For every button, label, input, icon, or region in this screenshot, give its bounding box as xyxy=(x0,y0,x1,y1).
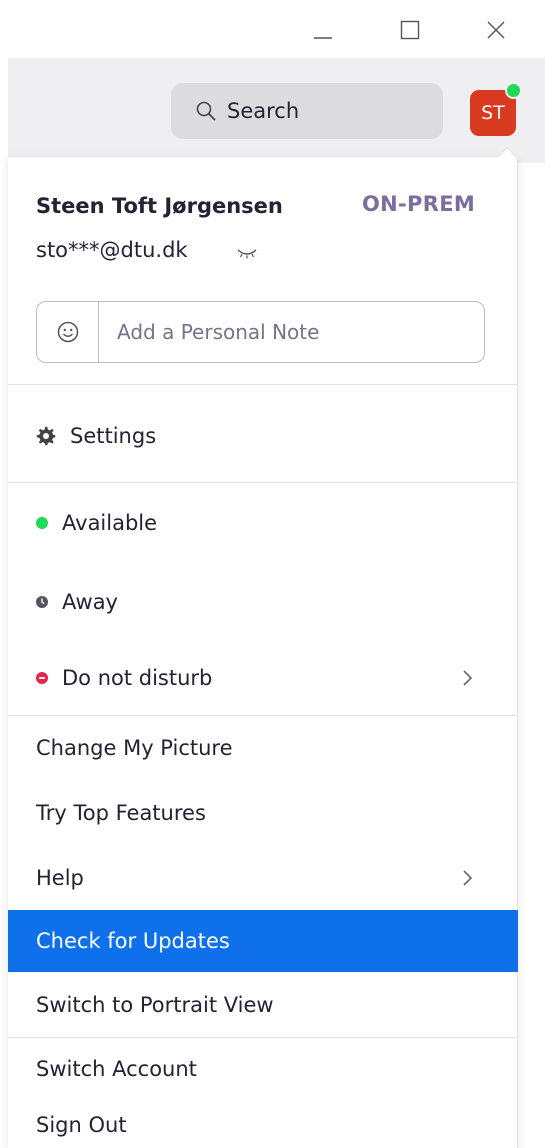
menu-item-sign-out[interactable]: Sign Out xyxy=(8,1094,518,1148)
profile-email: sto***@dtu.dk xyxy=(36,238,188,262)
menu-item-settings[interactable]: Settings xyxy=(8,405,518,467)
menu-item-label: Help xyxy=(36,866,84,890)
menu-item-check-for-updates[interactable]: Check for Updates xyxy=(8,910,518,972)
eye-closed-icon[interactable] xyxy=(236,246,258,260)
available-status-icon xyxy=(36,517,48,529)
presence-indicator xyxy=(505,82,522,99)
minimize-icon xyxy=(314,37,332,39)
divider xyxy=(8,384,518,385)
status-available[interactable]: Available xyxy=(8,492,518,554)
personal-note-placeholder: Add a Personal Note xyxy=(117,320,320,344)
menu-item-switch-account[interactable]: Switch Account xyxy=(8,1038,518,1100)
menu-item-try-top-features[interactable]: Try Top Features xyxy=(8,782,518,844)
menu-item-label: Sign Out xyxy=(36,1113,127,1137)
menu-item-switch-to-portrait-view[interactable]: Switch to Portrait View xyxy=(8,974,518,1036)
emoji-button[interactable] xyxy=(37,302,99,362)
search-label: Search xyxy=(227,99,300,123)
menu-item-label: Change My Picture xyxy=(36,736,233,760)
menu-item-label: Available xyxy=(62,511,158,535)
personal-note-field[interactable]: Add a Personal Note xyxy=(36,301,485,363)
menu-item-label: Try Top Features xyxy=(36,801,206,825)
search-icon xyxy=(196,101,216,121)
title-bar xyxy=(0,0,545,58)
menu-item-help[interactable]: Help xyxy=(8,847,518,909)
chevron-right-icon xyxy=(463,870,473,886)
menu-item-label: Check for Updates xyxy=(36,929,230,953)
close-icon xyxy=(487,21,505,39)
divider xyxy=(8,482,518,483)
status-do-not-disturb[interactable]: Do not disturb xyxy=(8,647,518,709)
menu-item-label: Switch to Portrait View xyxy=(36,993,274,1017)
menu-item-label: Settings xyxy=(70,424,157,448)
menu-item-label: Switch Account xyxy=(36,1057,197,1081)
menu-item-change-my-picture[interactable]: Change My Picture xyxy=(8,717,518,779)
search-box[interactable]: Search xyxy=(171,83,443,139)
divider xyxy=(8,715,518,716)
maximize-button[interactable] xyxy=(390,10,430,50)
chevron-right-icon xyxy=(463,670,473,686)
do-not-disturb-icon xyxy=(36,672,48,684)
gear-icon xyxy=(36,426,56,446)
smiley-icon xyxy=(57,321,78,343)
menu-item-label: Do not disturb xyxy=(62,666,213,690)
profile-name: Steen Toft Jørgensen xyxy=(36,194,283,218)
away-status-icon xyxy=(36,596,48,608)
account-type-badge: ON-PREM xyxy=(362,192,476,216)
status-away[interactable]: Away xyxy=(8,571,518,633)
menu-item-label: Away xyxy=(62,590,118,614)
maximize-icon xyxy=(400,20,420,40)
minimize-button[interactable] xyxy=(303,10,343,50)
close-button[interactable] xyxy=(476,10,516,50)
